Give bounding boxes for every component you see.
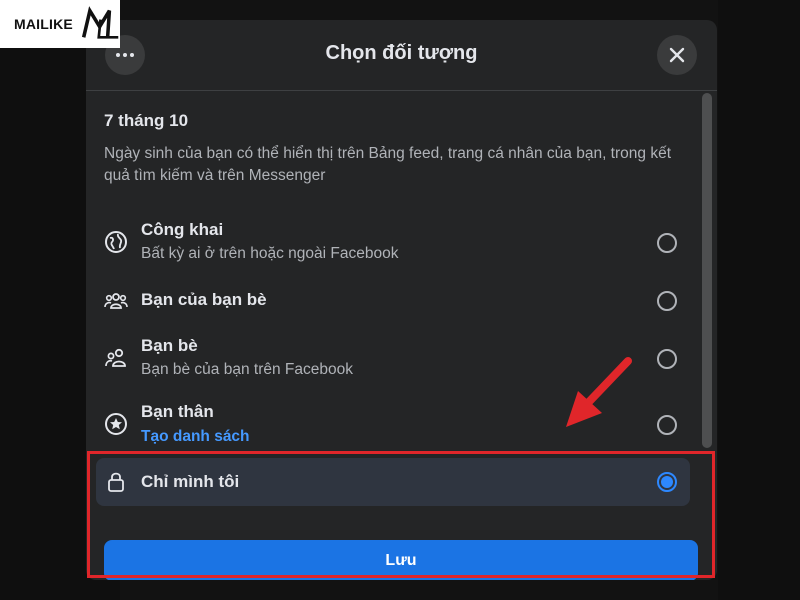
option-subtitle: Bạn bè của bạn trên Facebook [141,361,353,378]
radio-public[interactable] [657,233,677,253]
option-subtitle: Bất kỳ ai ở trên hoặc ngoài Facebook [141,245,399,262]
option-title: Bạn bè [141,336,198,355]
dialog-content: 7 tháng 10 Ngày sinh của bạn có thể hiển… [86,91,717,580]
radio-only-me[interactable] [657,472,677,492]
watermark: MAILIKE [0,0,120,48]
star-icon [105,413,127,435]
option-title: Công khai [141,220,224,239]
radio-friends[interactable] [657,349,677,369]
birthday-date: 7 tháng 10 [104,111,189,130]
globe-icon [105,231,127,253]
save-button[interactable]: Lưu [104,540,698,580]
option-only-me[interactable]: Chỉ mình tôi [96,458,690,506]
background-right [718,0,800,600]
dialog-title: Chọn đối tượng [325,42,478,64]
watermark-text: MAILIKE [14,16,73,32]
radio-close-friends[interactable] [657,415,677,435]
option-friends-of-friends[interactable]: Bạn của bạn bè [96,284,690,318]
radio-friends-of-friends[interactable] [657,291,677,311]
watermark-logo-icon [81,6,119,39]
red-arrow-icon [566,357,632,427]
option-title: Bạn của bạn bè [141,290,267,309]
option-title: Chỉ mình tôi [141,472,240,491]
friends-of-friends-icon [104,293,128,309]
option-public[interactable]: Công khai Bất kỳ ai ở trên hoặc ngoài Fa… [96,214,690,270]
lock-icon [108,472,124,492]
audience-dialog: Chọn đối tượng 7 tháng 10 Ngày sinh của … [86,20,717,580]
create-list-link[interactable]: Tạo danh sách [141,428,250,446]
description-text: Ngày sinh của bạn có thể hiển thị trên B… [104,145,671,184]
dialog-header: Chọn đối tượng [86,20,717,91]
close-button[interactable] [657,35,697,75]
friends-icon [105,348,126,367]
scrollbar[interactable] [702,93,712,448]
close-icon [669,47,685,63]
option-title: Bạn thân [141,402,214,421]
